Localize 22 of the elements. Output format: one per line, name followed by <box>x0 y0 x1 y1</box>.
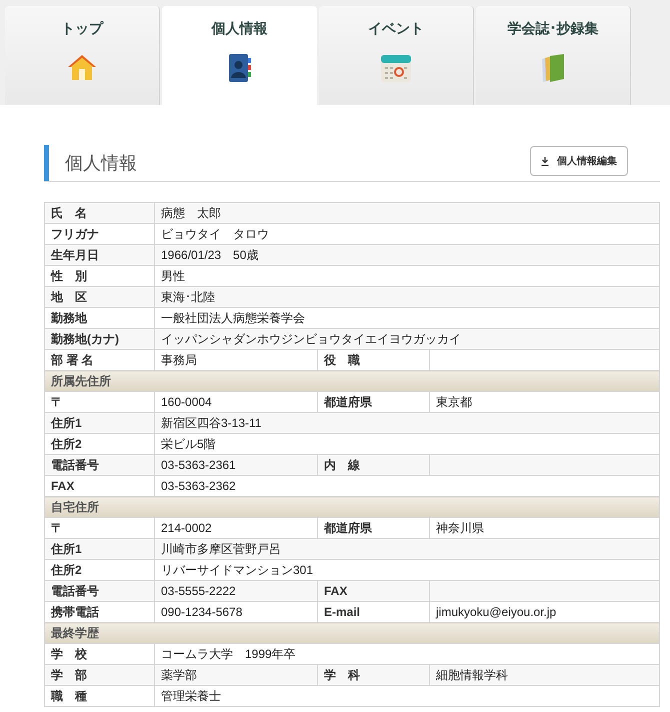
house-icon <box>66 53 98 81</box>
tab-label: 学会誌･抄録集 <box>508 19 598 38</box>
tab-label: トップ <box>61 19 103 38</box>
tab[interactable]: トップ <box>5 6 160 105</box>
calendar-icon <box>380 53 412 83</box>
tab[interactable]: イベント <box>319 6 474 105</box>
section-header: 自宅住所 <box>44 496 660 518</box>
section-header: 最終学歴 <box>44 622 660 644</box>
field-value: 病態 太郎 <box>154 202 660 224</box>
download-icon <box>541 156 549 166</box>
tab-label: 個人情報 <box>212 19 268 38</box>
field-label: 職 種 <box>44 686 154 706</box>
edit-button[interactable]: 個人情報編集 <box>530 146 628 176</box>
tab[interactable]: 個人情報 <box>162 6 317 105</box>
section-header: 所属先住所 <box>44 370 660 392</box>
address-book-icon <box>226 53 252 83</box>
books-icon <box>540 53 566 83</box>
page-heading: 個人情報 <box>65 152 137 174</box>
field-label: 氏 名 <box>44 202 154 224</box>
field-value: 管理栄養士 <box>154 686 660 706</box>
tab[interactable]: 学会誌･抄録集 <box>476 6 631 105</box>
tab-label: イベント <box>368 19 424 38</box>
